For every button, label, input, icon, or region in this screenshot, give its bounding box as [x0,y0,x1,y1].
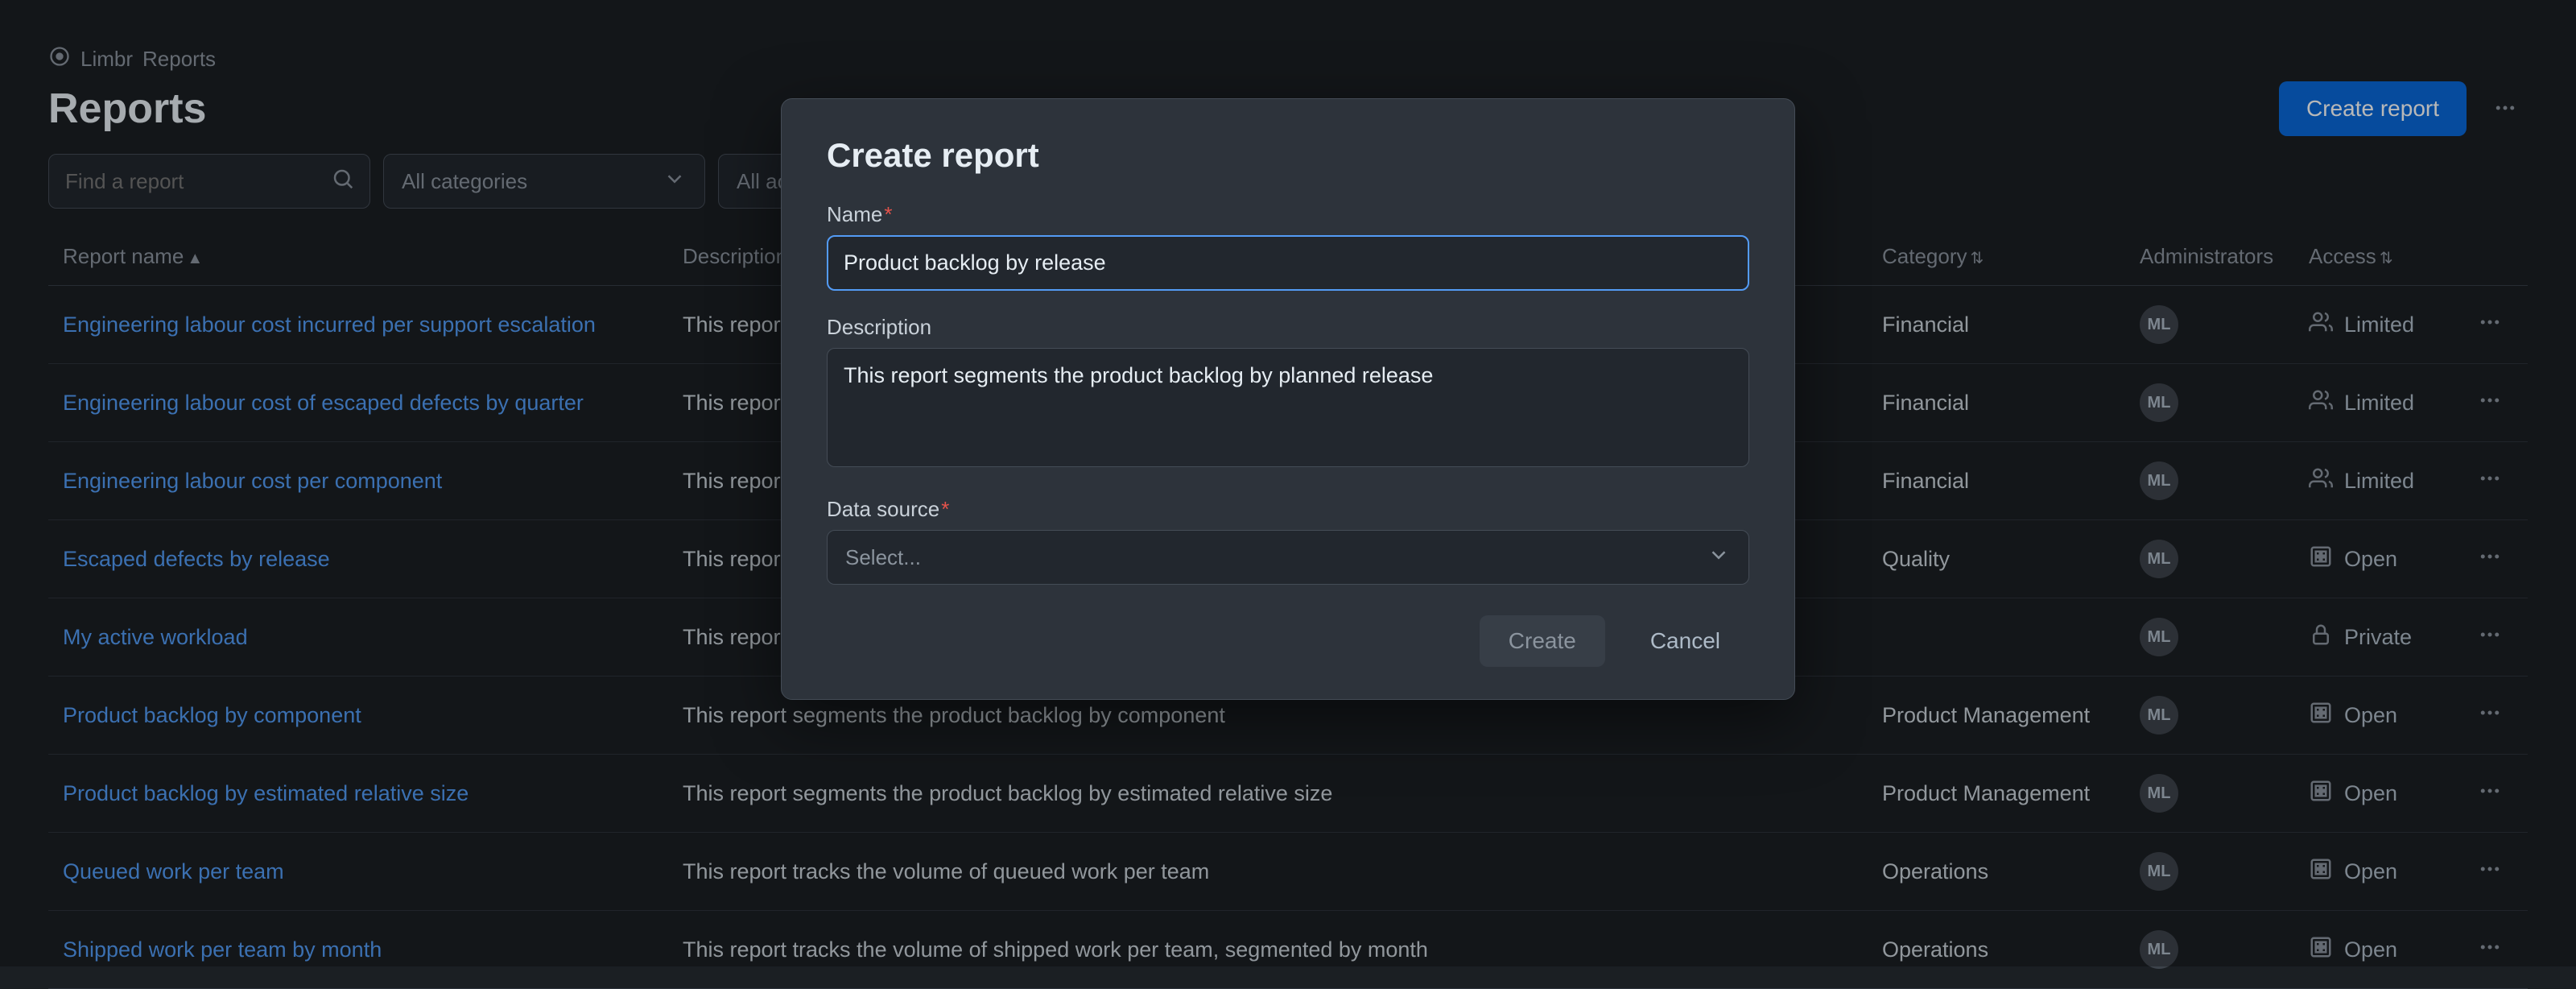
required-asterisk: * [884,202,892,226]
modal-overlay[interactable]: Create report Name* Description Data sou… [0,0,2576,966]
modal-cancel-button[interactable]: Cancel [1621,615,1749,667]
name-field-label: Name* [827,202,1749,227]
datasource-placeholder: Select... [845,545,921,570]
name-field[interactable] [827,235,1749,291]
modal-title: Create report [827,136,1749,175]
name-field-label-text: Name [827,202,882,226]
create-report-modal: Create report Name* Description Data sou… [781,98,1795,700]
chevron-down-icon [1707,543,1731,573]
datasource-field-label: Data source* [827,497,1749,522]
description-field-label: Description [827,315,1749,340]
datasource-field-label-text: Data source [827,497,939,521]
modal-create-button[interactable]: Create [1480,615,1605,667]
description-field[interactable] [827,348,1749,467]
datasource-select[interactable]: Select... [827,530,1749,585]
required-asterisk: * [941,497,949,521]
